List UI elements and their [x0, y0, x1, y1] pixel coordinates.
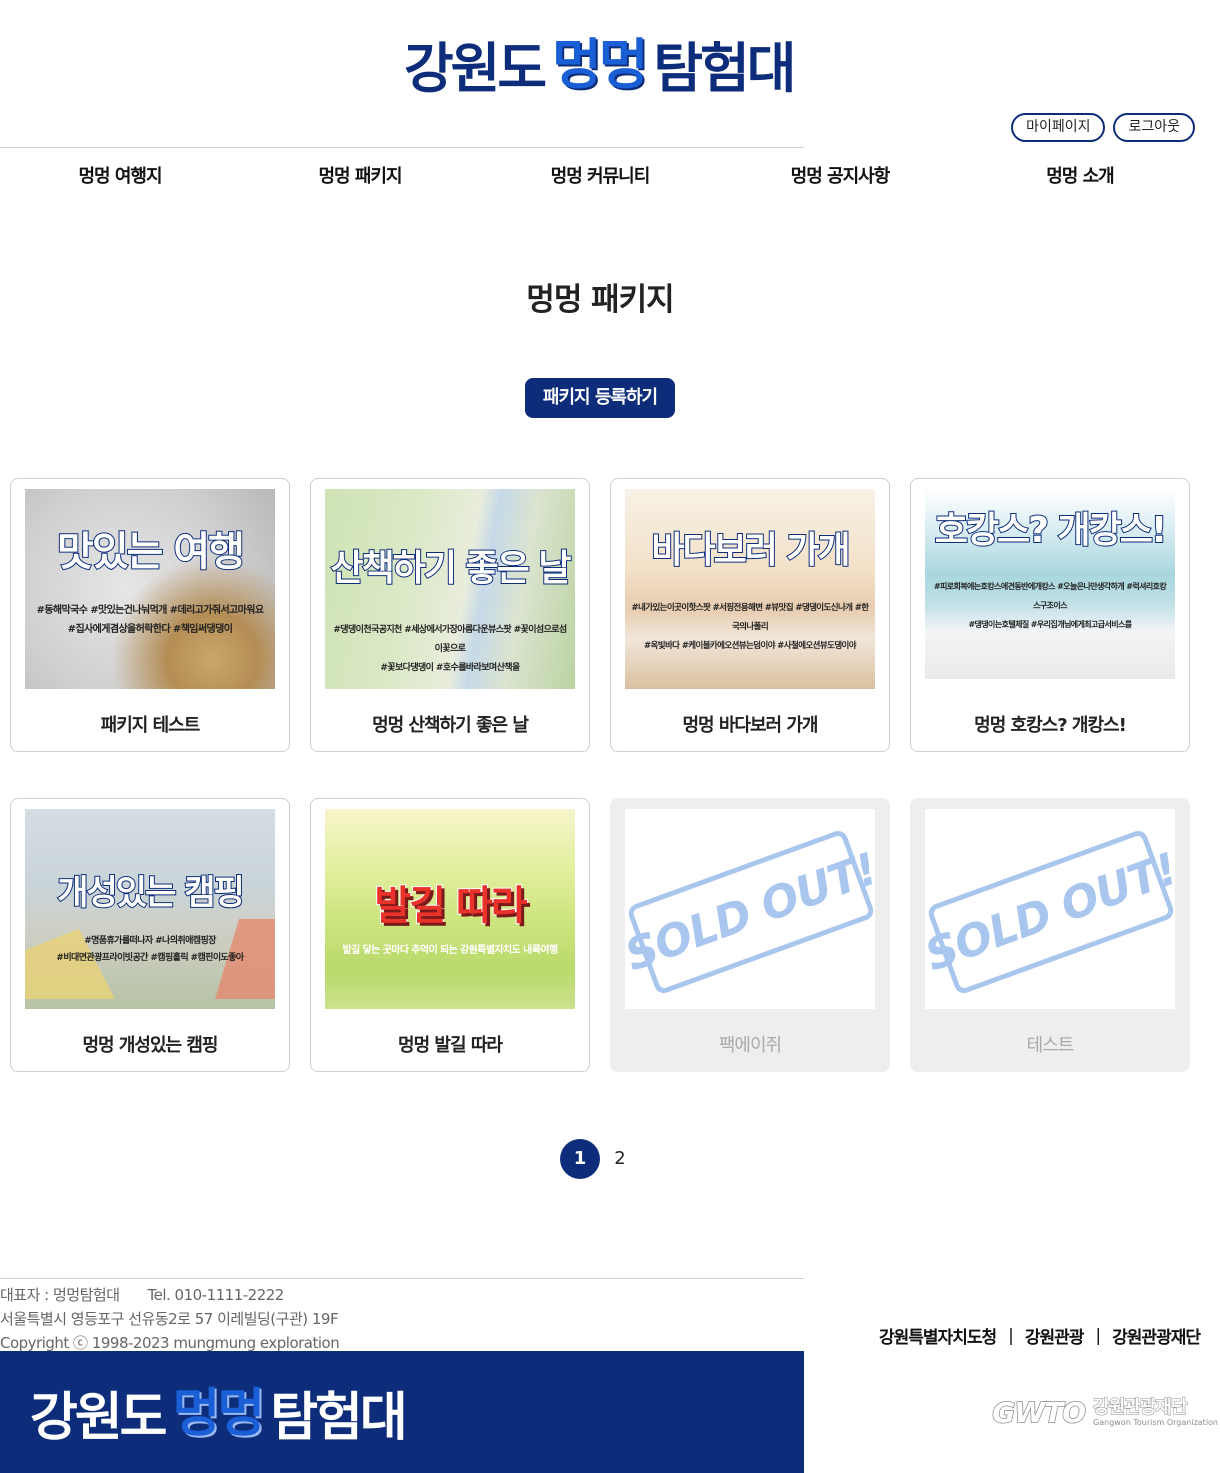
footer-logo[interactable]: 강원도 멍멍 탐험대 — [30, 1375, 408, 1450]
thumbnail-headline: 개성있는 캠핑 — [56, 872, 246, 914]
package-thumbnail: 발길 따라 발길 닿는 곳마다 추억이 되는 강원특별자치도 내륙여행 — [325, 809, 575, 1009]
thumbnail-tags: #명품휴가를떠나자 #나의취애캠핑장 #비대면관광프라이빗공간 #캠핑홀릭 #캠… — [56, 936, 244, 963]
sold-out-stamp: SOLD OUT! — [625, 828, 875, 996]
package-title: 멍멍 개성있는 캠핑 — [82, 1035, 218, 1056]
gwto-logo[interactable]: GWTO 강원관광재단 Gangwon Tourism Organization — [992, 1395, 1218, 1430]
package-card[interactable]: 개성있는 캠핑 #명품휴가를떠나자 #나의취애캠핑장 #비대면관광프라이빗공간 … — [10, 798, 290, 1072]
nav-item-packages[interactable]: 멍멍 패키지 — [240, 162, 480, 192]
package-card[interactable]: 산책하기 좋은 날 #댕댕이천국공지천 #세상에서가장아름다운뷰스팟 #꽃이섬으… — [310, 478, 590, 752]
thumbnail-headline: 호캉스? 개캉스! — [934, 509, 1169, 552]
main-nav: 멍멍 여행지 멍멍 패키지 멍멍 커뮤니티 멍멍 공지사항 멍멍 소개 — [0, 162, 1200, 192]
package-card[interactable]: 바다보러 가개 #내가있는이곳이핫스팟 #서핑전용해변 #뷰맛집 #댕댕이도신나… — [610, 478, 890, 752]
footer-links: 강원특별자치도청 | 강원관광 | 강원관광재단 — [879, 1323, 1201, 1349]
footer-link-province[interactable]: 강원특별자치도청 — [879, 1323, 997, 1348]
thumbnail-headline: 발길 따라 — [373, 882, 528, 930]
page-title: 멍멍 패키지 — [526, 282, 674, 318]
nav-item-notices[interactable]: 멍멍 공지사항 — [720, 162, 960, 192]
thumbnail-tags: #피로회복에는호캉스에견동반에개캉스 #오늘은나만생각하개 #럭셔리호캉스구조이… — [933, 582, 1167, 629]
package-card-sold-out[interactable]: SOLD OUT! 팩에이쥐 — [610, 798, 890, 1072]
footer-tel: Tel. 010-1111-2222 — [147, 1286, 285, 1304]
package-title: 팩에이쥐 — [718, 1035, 782, 1056]
auth-links: 마이페이지 로그아웃 — [1011, 113, 1195, 142]
logo-text-mungmung: 멍멍 — [552, 32, 648, 96]
package-title: 멍멍 호캉스? 개캉스! — [974, 715, 1127, 736]
footer-divider — [0, 1278, 804, 1279]
package-thumbnail: SOLD OUT! — [625, 809, 875, 1009]
thumbnail-tags: 발길 닿는 곳마다 추억이 되는 강원특별자치도 내륙여행 — [342, 945, 558, 956]
pagination: 1 2 — [560, 1139, 630, 1179]
footer-ceo: 대표자 : 멍멍탐험대 — [0, 1286, 120, 1304]
gwto-mark: GWTO — [992, 1395, 1087, 1430]
package-thumbnail: 바다보러 가개 #내가있는이곳이핫스팟 #서핑전용해변 #뷰맛집 #댕댕이도신나… — [625, 489, 875, 689]
package-card[interactable]: 발길 따라 발길 닿는 곳마다 추억이 되는 강원특별자치도 내륙여행 멍멍 발… — [310, 798, 590, 1072]
thumbnail-tags: #내가있는이곳이핫스팟 #서핑전용해변 #뷰맛집 #댕댕이도신나개 #한국의나폴… — [631, 603, 870, 651]
header-divider — [0, 147, 804, 148]
register-package-button[interactable]: 패키지 등록하기 — [525, 378, 675, 418]
nav-item-about[interactable]: 멍멍 소개 — [960, 162, 1200, 192]
package-title: 멍멍 바다보러 가개 — [682, 715, 818, 736]
package-thumbnail: 산책하기 좋은 날 #댕댕이천국공지천 #세상에서가장아름다운뷰스팟 #꽃이섬으… — [325, 489, 575, 689]
package-thumbnail: 개성있는 캠핑 #명품휴가를떠나자 #나의취애캠핑장 #비대면관광프라이빗공간 … — [25, 809, 275, 1009]
page-button-2[interactable]: 2 — [610, 1139, 630, 1179]
gwto-english-name: Gangwon Tourism Organization — [1093, 1417, 1218, 1427]
package-title: 멍멍 산책하기 좋은 날 — [372, 715, 529, 736]
nav-item-community[interactable]: 멍멍 커뮤니티 — [480, 162, 720, 192]
site-logo[interactable]: 강원도 멍멍 탐험대 — [404, 28, 804, 100]
footer-address: 서울특별시 영등포구 선유동2로 57 이레빌딩(구관) 19F — [0, 1310, 339, 1328]
gwto-korean-name: 강원관광재단 — [1093, 1396, 1188, 1418]
logo-text-gangwondo: 강원도 — [404, 36, 547, 100]
page-button-1[interactable]: 1 — [560, 1139, 600, 1179]
logout-button[interactable]: 로그아웃 — [1113, 113, 1195, 142]
sold-out-stamp: SOLD OUT! — [925, 828, 1175, 996]
footer-link-separator: | — [1008, 1325, 1014, 1346]
package-title: 테스트 — [1026, 1035, 1075, 1056]
thumbnail-headline: 맛있는 여행 — [56, 528, 246, 576]
package-title: 멍멍 발길 따라 — [398, 1035, 503, 1056]
footer-info: 대표자 : 멍멍탐험대 Tel. 010-1111-2222 서울특별시 영등포구… — [0, 1283, 800, 1355]
thumbnail-headline: 산책하기 좋은 날 — [330, 547, 573, 590]
package-card-sold-out[interactable]: SOLD OUT! 테스트 — [910, 798, 1190, 1072]
package-card[interactable]: 호캉스? 개캉스! #피로회복에는호캉스에견동반에개캉스 #오늘은나만생각하개 … — [910, 478, 1190, 752]
footer-logo-bar: 강원도 멍멍 탐험대 — [0, 1351, 804, 1473]
footer-link-separator: | — [1095, 1325, 1101, 1346]
logo-text-tamheomdae: 탐험대 — [653, 36, 796, 100]
thumbnail-tags: #댕댕이천국공지천 #세상에서가장아름다운뷰스팟 #꽃이섬으로섬이꽃으로 #꽃보… — [333, 625, 567, 673]
footer-link-foundation[interactable]: 강원관광재단 — [1112, 1323, 1201, 1348]
footer-link-tourism[interactable]: 강원관광 — [1025, 1323, 1085, 1348]
thumbnail-tags: #동해막국수 #맛있는건나눠먹개 #데리고가줘서고마워요 #집사에게겸상을허락한… — [36, 605, 265, 635]
mypage-button[interactable]: 마이페이지 — [1011, 113, 1106, 142]
package-thumbnail: 맛있는 여행 #동해막국수 #맛있는건나눠먹개 #데리고가줘서고마워요 #집사에… — [25, 489, 275, 689]
package-thumbnail: SOLD OUT! — [925, 809, 1175, 1009]
package-card[interactable]: 맛있는 여행 #동해막국수 #맛있는건나눠먹개 #데리고가줘서고마워요 #집사에… — [10, 478, 290, 752]
thumbnail-headline: 바다보러 가개 — [650, 529, 851, 572]
package-thumbnail: 호캉스? 개캉스! #피로회복에는호캉스에견동반에개캉스 #오늘은나만생각하개 … — [925, 489, 1175, 679]
package-title: 패키지 테스트 — [100, 715, 201, 736]
nav-item-destinations[interactable]: 멍멍 여행지 — [0, 162, 240, 192]
